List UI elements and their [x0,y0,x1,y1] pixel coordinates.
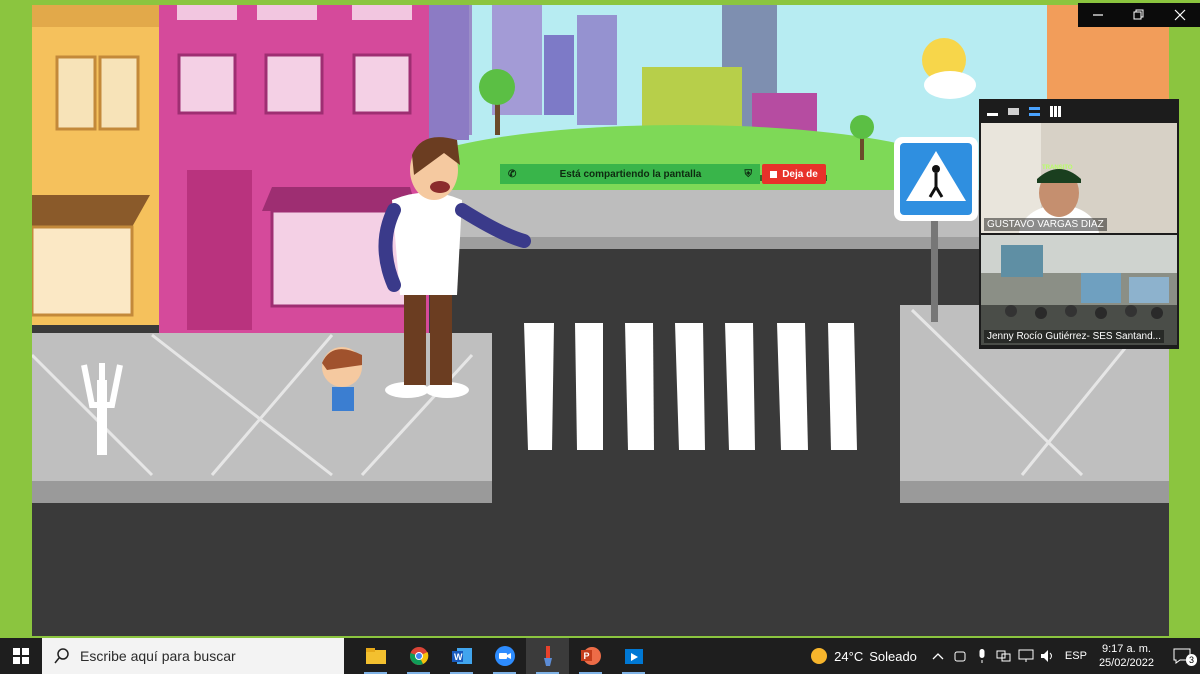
participant-name: GUSTAVO VARGAS DIAZ [984,218,1107,231]
participant-cap-text: TRANSITO [1042,165,1073,171]
word-icon: W [451,648,472,664]
photos-icon [624,649,643,664]
start-button[interactable] [0,638,42,674]
display-icon[interactable] [1016,646,1036,666]
network-icon[interactable] [994,646,1014,666]
close-button[interactable] [1159,3,1200,27]
word-button[interactable]: W [440,638,483,674]
participant-tile[interactable]: TRANSITO GUSTAVO VARGAS DIAZ [981,123,1177,233]
restore-icon [1133,9,1144,20]
language-indicator[interactable]: ESP [1065,650,1087,662]
notification-badge: 3 [1185,654,1197,666]
svg-text:P: P [583,651,589,661]
paint-button[interactable] [526,638,569,674]
zoom-button[interactable] [483,638,526,674]
notification-center-button[interactable]: 3 [1165,646,1199,666]
minimize-icon [1093,14,1104,16]
phone-icon: ✆ [508,168,517,180]
stop-share-button[interactable]: Deja de [762,164,826,184]
panel-toolbar [979,99,1179,123]
thumbnail-view-icon[interactable] [1008,107,1019,115]
paint-icon [543,646,552,666]
clock-time: 9:17 a. m. [1102,643,1151,655]
weather-widget[interactable]: 24°C Soleado [810,647,917,665]
meet-now-icon[interactable] [950,646,970,666]
weather-temp: 24°C [834,648,864,664]
folder-icon [365,648,386,664]
windows-taskbar: Escribe aquí para buscar W P 24°C Solead… [0,638,1200,674]
participant-video [981,123,1177,233]
svg-text:W: W [454,652,463,662]
powerpoint-icon: P [580,647,601,665]
volume-icon[interactable] [1038,646,1058,666]
powerpoint-button[interactable]: P [569,638,612,674]
restore-button[interactable] [1119,3,1160,27]
clock[interactable]: 9:17 a. m. 25/02/2022 [1099,642,1154,670]
minimize-panel-icon[interactable] [987,112,998,116]
system-tray: 24°C Soleado ESP 9:17 a. m. 25/02/2022 3 [810,638,1200,674]
stop-share-label: Deja de [782,168,818,180]
chrome-button[interactable] [397,638,440,674]
speaker-view-icon[interactable] [1029,106,1040,116]
file-explorer-button[interactable] [354,638,397,674]
close-icon [1174,9,1186,21]
gallery-view-icon[interactable] [1050,105,1061,117]
window-controls [1078,3,1200,27]
photos-button[interactable] [612,638,655,674]
search-icon [54,648,69,664]
share-banner-text: Está compartiendo la pantalla [559,168,702,180]
clock-date: 25/02/2022 [1098,657,1154,669]
weather-condition: Soleado [869,648,917,664]
participant-video [981,235,1177,345]
minimize-button[interactable] [1078,3,1119,27]
participant-tile[interactable]: Jenny Rocío Gutiérrez- SES Santand... [981,235,1177,345]
zoom-icon [494,646,515,666]
chrome-icon [409,647,428,665]
stop-icon [770,170,778,178]
participants-video-panel: TRANSITO GUSTAVO VARGAS DIAZ Jenny Rocío… [979,99,1179,349]
screen-share-banner: ✆ Está compartiendo la pantalla ⛨ [500,164,760,184]
taskbar-search-box[interactable]: Escribe aquí para buscar [42,638,344,674]
chevron-up-icon[interactable] [928,646,948,666]
participant-name: Jenny Rocío Gutiérrez- SES Santand... [984,330,1164,343]
microphone-icon[interactable] [972,646,992,666]
windows-logo-icon [13,648,29,664]
search-placeholder: Escribe aquí para buscar [80,648,236,664]
pinned-apps: W P [354,638,655,674]
sun-icon [811,648,828,664]
shield-icon: ⛨ [744,168,753,180]
